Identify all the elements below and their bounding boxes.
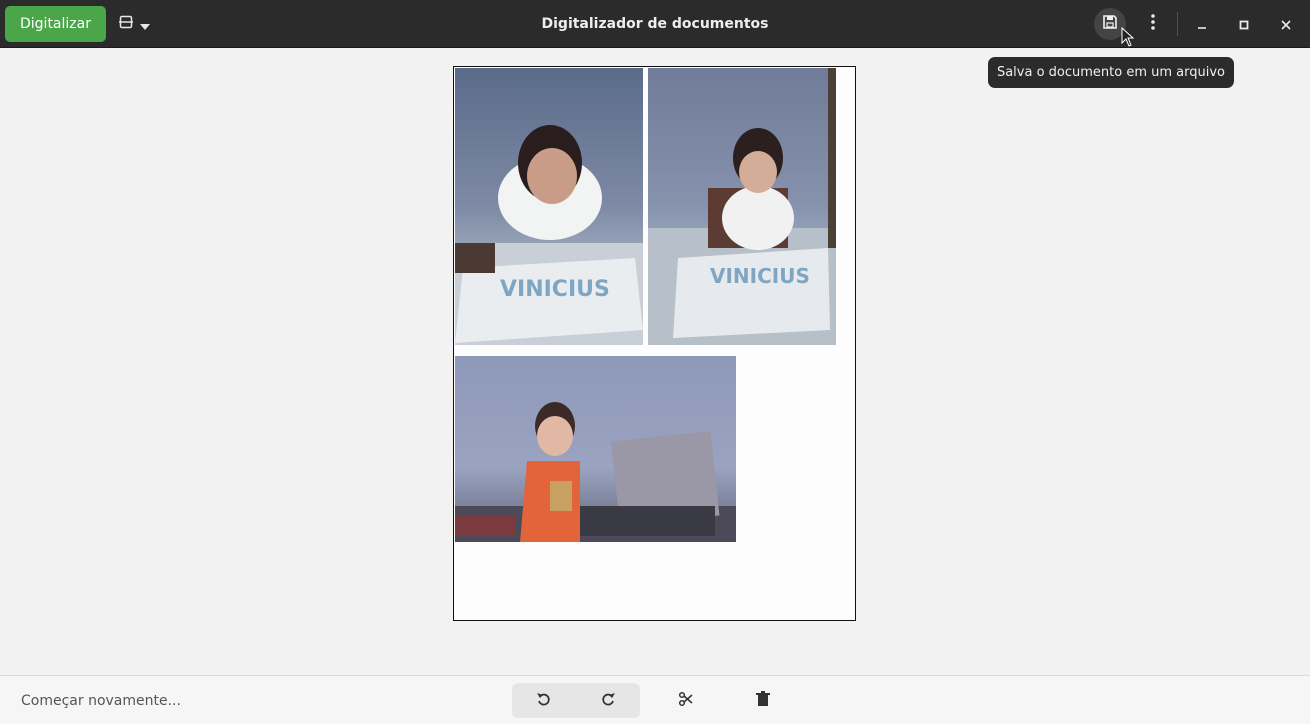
maximize-icon [1239,15,1249,34]
photo-birthday-cake-1: VINICIUS [455,68,643,345]
crop-button[interactable] [666,683,706,718]
scan-button-label: Digitalizar [20,16,91,32]
svg-text:VINICIUS: VINICIUS [500,277,610,302]
minimize-icon [1197,15,1207,34]
svg-text:VINICIUS: VINICIUS [710,264,810,288]
photo-birthday-cake-2: VINICIUS [648,68,836,345]
restart-button[interactable]: Começar novamente... [21,676,181,724]
minimize-button[interactable] [1186,8,1218,40]
scanner-icon [118,14,134,34]
save-icon [1102,14,1118,34]
close-button[interactable] [1270,8,1302,40]
chevron-down-icon [140,15,150,34]
scan-type-button[interactable] [110,6,158,42]
vertical-dots-icon [1151,14,1155,34]
scanned-page[interactable]: VINICIUS VINICIUS [453,66,856,621]
save-tooltip: Salva o documento em um arquivo [988,57,1234,88]
header-separator [1177,12,1178,36]
restart-label: Começar novamente... [21,692,181,709]
rotate-right-icon [600,691,616,711]
header-bar: Digitalizar Digitalizador de documentos [0,0,1310,48]
scissors-icon [678,691,694,711]
rotate-right-button[interactable] [588,683,628,718]
maximize-button[interactable] [1228,8,1260,40]
rotate-left-icon [536,691,552,711]
mouse-cursor-icon [1121,26,1135,51]
main-menu-button[interactable] [1137,8,1169,40]
bottom-bar: Começar novamente... [0,675,1310,724]
trash-icon [756,690,770,711]
close-icon [1281,15,1291,34]
photo-record-player [455,356,736,542]
delete-button[interactable] [743,683,783,718]
rotate-left-button[interactable] [524,683,564,718]
scan-button[interactable]: Digitalizar [5,6,106,42]
